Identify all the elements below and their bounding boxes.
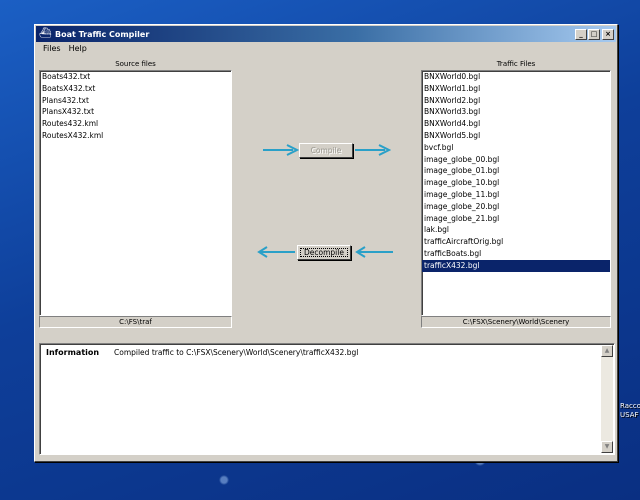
compile-right-arrow-icon bbox=[355, 144, 391, 156]
traffic-file-item[interactable]: image_globe_11.bgl bbox=[422, 189, 610, 201]
source-file-item[interactable]: Plans432.txt bbox=[40, 95, 231, 107]
ship-icon: ⛴ bbox=[39, 28, 52, 39]
desktop-icon-label-line: USAF bbox=[620, 411, 639, 419]
information-scrollbar[interactable]: ▲ ▼ bbox=[601, 345, 613, 453]
source-files-title: Source files bbox=[115, 60, 156, 68]
source-file-item[interactable]: Routes432.kml bbox=[40, 118, 231, 130]
window-title: Boat Traffic Compiler bbox=[55, 29, 150, 39]
traffic-file-item[interactable]: image_globe_20.bgl bbox=[422, 201, 610, 213]
decompile-right-arrow-icon bbox=[355, 246, 393, 258]
desktop-icon-label-line: Racco bbox=[620, 402, 640, 410]
compile-button[interactable]: Compile bbox=[299, 143, 353, 158]
traffic-files-list[interactable]: BNXWorld0.bgl BNXWorld1.bgl BNXWorld2.bgl B… bbox=[421, 70, 611, 316]
traffic-files-title: Traffic Files bbox=[496, 60, 536, 68]
source-file-item[interactable]: PlansX432.txt bbox=[40, 106, 231, 118]
information-label: Information bbox=[46, 348, 100, 357]
close-button[interactable]: × bbox=[602, 28, 614, 40]
traffic-file-item[interactable]: image_globe_21.bgl bbox=[422, 213, 610, 225]
traffic-file-item[interactable]: BNXWorld4.bgl bbox=[422, 118, 610, 130]
title-bar[interactable]: ⛴ Boat Traffic Compiler _ □ × bbox=[36, 26, 616, 42]
scroll-down-icon[interactable]: ▼ bbox=[601, 441, 613, 453]
traffic-file-item[interactable]: image_globe_00.bgl bbox=[422, 154, 610, 166]
traffic-file-item[interactable]: BNXWorld5.bgl bbox=[422, 130, 610, 142]
traffic-path: C:\FSX\Scenery\World\Scenery bbox=[421, 316, 611, 328]
source-file-item[interactable]: RoutesX432.kml bbox=[40, 130, 231, 142]
app-window: ⛴ Boat Traffic Compiler _ □ × Files Help… bbox=[34, 24, 618, 462]
traffic-file-item[interactable]: image_globe_01.bgl bbox=[422, 165, 610, 177]
compile-left-arrow-icon bbox=[263, 144, 300, 156]
traffic-file-item[interactable]: trafficBoats.bgl bbox=[422, 248, 610, 260]
traffic-file-item[interactable]: trafficAircraftOrig.bgl bbox=[422, 236, 610, 248]
decompile-button[interactable]: Decompile bbox=[297, 245, 351, 260]
scroll-up-icon[interactable]: ▲ bbox=[601, 345, 613, 357]
traffic-file-item[interactable]: image_globe_10.bgl bbox=[422, 177, 610, 189]
decompile-left-arrow-icon bbox=[257, 246, 295, 258]
source-path: C:\FS\traf bbox=[39, 316, 232, 328]
source-file-item[interactable]: BoatsX432.txt bbox=[40, 83, 231, 95]
information-message: Compiled traffic to C:\FSX\Scenery\World… bbox=[114, 348, 359, 357]
menu-help[interactable]: Help bbox=[65, 42, 91, 56]
maximize-button[interactable]: □ bbox=[588, 28, 600, 40]
information-panel[interactable]: Information Compiled traffic to C:\FSX\S… bbox=[39, 343, 615, 455]
source-files-list[interactable]: Boats432.txt BoatsX432.txt Plans432.txt Pla… bbox=[39, 70, 232, 316]
desktop-icon-label[interactable]: Racco USAF bbox=[620, 402, 640, 420]
menu-files[interactable]: Files bbox=[39, 42, 65, 56]
traffic-file-item[interactable]: BNXWorld0.bgl bbox=[422, 71, 610, 83]
source-file-item[interactable]: Boats432.txt bbox=[40, 71, 231, 83]
traffic-file-item[interactable]: trafficX432.bgl bbox=[422, 259, 610, 272]
menu-bar: Files Help bbox=[35, 42, 617, 56]
traffic-file-item[interactable]: BNXWorld1.bgl bbox=[422, 83, 610, 95]
traffic-file-item[interactable]: bvcf.bgl bbox=[422, 142, 610, 154]
traffic-file-item[interactable]: BNXWorld2.bgl bbox=[422, 95, 610, 107]
traffic-file-item[interactable]: lak.bgl bbox=[422, 224, 610, 236]
minimize-button[interactable]: _ bbox=[575, 28, 587, 40]
traffic-file-item[interactable]: BNXWorld3.bgl bbox=[422, 106, 610, 118]
